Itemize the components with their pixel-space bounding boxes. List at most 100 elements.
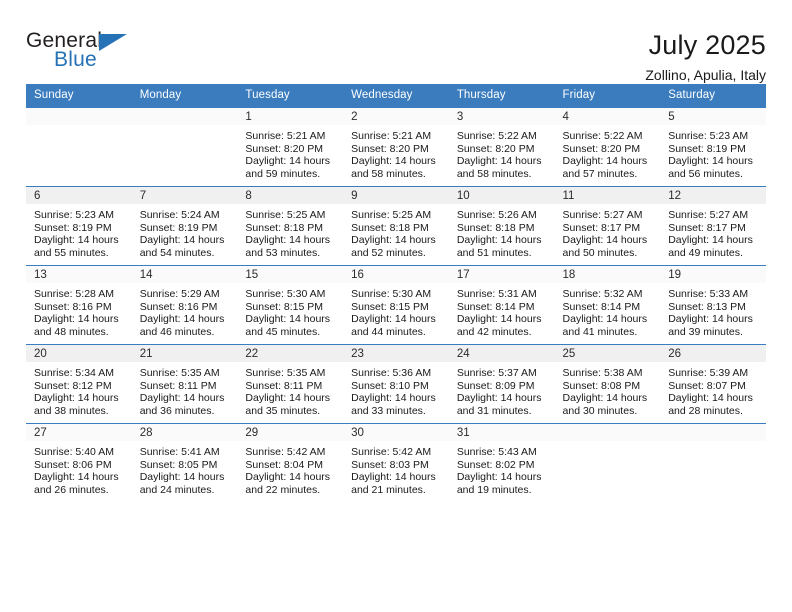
calendar-day-cell[interactable]: 5 Sunrise: 5:23 AM Sunset: 8:19 PM Daylight…	[660, 107, 766, 187]
day-details	[26, 125, 132, 130]
sunset-text: Sunset: 8:06 PM	[34, 458, 112, 471]
day-details: Sunrise: 5:35 AM Sunset: 8:11 PM Daylight:…	[237, 362, 343, 417]
daylight-text-line2: and 55 minutes.	[34, 246, 109, 259]
calendar-day-cell[interactable]: 16 Sunrise: 5:30 AM Sunset: 8:15 PM Dayligh…	[343, 265, 449, 345]
daylight-text-line2: and 45 minutes.	[245, 325, 321, 338]
general-blue-logo[interactable]: General Blue	[26, 30, 146, 76]
day-details: Sunrise: 5:25 AM Sunset: 8:18 PM Daylight:…	[343, 204, 449, 259]
day-number	[26, 108, 132, 125]
day-details: Sunrise: 5:24 AM Sunset: 8:19 PM Daylight:…	[132, 204, 238, 259]
page-title: July 2025	[648, 30, 766, 60]
calendar-day-cell[interactable]: 27 Sunrise: 5:40 AM Sunset: 8:06 PM Dayligh…	[26, 423, 132, 502]
calendar-day-cell[interactable]: 14 Sunrise: 5:29 AM Sunset: 8:16 PM Dayligh…	[131, 265, 238, 345]
calendar-day-cell[interactable]: 6 Sunrise: 5:23 AM Sunset: 8:19 PM Daylight…	[26, 186, 132, 266]
sunset-text: Sunset: 8:20 PM	[245, 142, 324, 155]
sunrise-text: Sunrise: 5:26 AM	[456, 209, 537, 221]
calendar-day-cell[interactable]: 21 Sunrise: 5:35 AM Sunset: 8:11 PM Dayligh…	[131, 344, 238, 424]
daylight-text-line1: Daylight: 14 hours	[245, 313, 331, 326]
daylight-text-line2: and 51 minutes.	[456, 246, 532, 259]
calendar-day-cell[interactable]: 22 Sunrise: 5:35 AM Sunset: 8:11 PM Dayligh…	[237, 344, 344, 424]
calendar-day-cell[interactable]: 28 Sunrise: 5:41 AM Sunset: 8:05 PM Dayligh…	[131, 423, 238, 502]
day-details: Sunrise: 5:42 AM Sunset: 8:03 PM Daylight:…	[343, 441, 449, 496]
day-number	[660, 424, 766, 441]
day-details: Sunrise: 5:32 AM Sunset: 8:14 PM Daylight:…	[555, 283, 661, 338]
day-details: Sunrise: 5:38 AM Sunset: 8:08 PM Daylight:…	[555, 362, 661, 417]
day-details: Sunrise: 5:21 AM Sunset: 8:20 PM Daylight:…	[237, 125, 343, 180]
day-number: 23	[343, 345, 449, 362]
calendar-day-cell[interactable]: 10 Sunrise: 5:26 AM Sunset: 8:18 PM Dayligh…	[448, 186, 555, 266]
calendar-day-cell[interactable]: 8 Sunrise: 5:25 AM Sunset: 8:18 PM Daylight…	[237, 186, 344, 266]
day-number	[554, 424, 661, 441]
calendar-day-cell[interactable]: 26 Sunrise: 5:39 AM Sunset: 8:07 PM Dayligh…	[660, 344, 766, 424]
sunrise-text: Sunrise: 5:43 AM	[456, 446, 537, 458]
day-details: Sunrise: 5:42 AM Sunset: 8:04 PM Daylight:…	[237, 441, 343, 496]
sunrise-text: Sunrise: 5:25 AM	[245, 209, 326, 221]
logo-text-blue: Blue	[54, 48, 97, 71]
sunset-text: Sunset: 8:15 PM	[245, 300, 324, 313]
sunset-text: Sunset: 8:14 PM	[562, 300, 641, 313]
calendar-day-cell[interactable]: 12 Sunrise: 5:27 AM Sunset: 8:17 PM Dayligh…	[660, 186, 766, 266]
day-number: 13	[26, 266, 132, 283]
calendar-day-cell[interactable]: 15 Sunrise: 5:30 AM Sunset: 8:15 PM Dayligh…	[237, 265, 344, 345]
calendar-day-cell[interactable]: 13 Sunrise: 5:28 AM Sunset: 8:16 PM Dayligh…	[26, 265, 132, 345]
daylight-text-line1: Daylight: 14 hours	[668, 234, 753, 247]
calendar-week-row: 20 Sunrise: 5:34 AM Sunset: 8:12 PM Dayligh…	[26, 344, 766, 424]
day-details: Sunrise: 5:41 AM Sunset: 8:05 PM Daylight:…	[132, 441, 238, 496]
calendar-day-cell[interactable]: 17 Sunrise: 5:31 AM Sunset: 8:14 PM Dayligh…	[448, 265, 555, 345]
daylight-text-line2: and 46 minutes.	[139, 325, 215, 338]
daylight-text-line2: and 49 minutes.	[668, 246, 743, 259]
page-header: General Blue July 2025 Zollino, Apulia, …	[26, 0, 766, 83]
daylight-text-line2: and 38 minutes.	[34, 404, 109, 417]
sunrise-text: Sunrise: 5:34 AM	[34, 367, 114, 379]
day-number: 31	[448, 424, 555, 441]
day-number: 5	[660, 108, 766, 125]
sunrise-text: Sunrise: 5:29 AM	[139, 288, 220, 300]
day-number: 9	[343, 187, 449, 204]
calendar-day-cell[interactable]: 7 Sunrise: 5:24 AM Sunset: 8:19 PM Daylight…	[131, 186, 238, 266]
calendar-day-cell[interactable]: 30 Sunrise: 5:42 AM Sunset: 8:03 PM Dayligh…	[343, 423, 449, 502]
day-details	[555, 441, 661, 446]
day-number: 16	[343, 266, 449, 283]
calendar-day-cell[interactable]: 3 Sunrise: 5:22 AM Sunset: 8:20 PM Daylight…	[448, 107, 555, 187]
day-details: Sunrise: 5:40 AM Sunset: 8:06 PM Daylight:…	[26, 441, 132, 496]
daylight-text-line1: Daylight: 14 hours	[456, 155, 542, 168]
sunrise-text: Sunrise: 5:32 AM	[562, 288, 643, 300]
day-details	[132, 125, 238, 130]
sunset-text: Sunset: 8:14 PM	[456, 300, 535, 313]
calendar-day-cell[interactable]: 29 Sunrise: 5:42 AM Sunset: 8:04 PM Dayligh…	[237, 423, 344, 502]
sunset-text: Sunset: 8:03 PM	[351, 458, 429, 471]
daylight-text-line1: Daylight: 14 hours	[562, 155, 648, 168]
day-number: 21	[131, 345, 238, 362]
sunrise-text: Sunrise: 5:28 AM	[34, 288, 114, 300]
daylight-text-line2: and 26 minutes.	[34, 483, 109, 496]
sunset-text: Sunset: 8:20 PM	[456, 142, 535, 155]
calendar-day-cell[interactable]: 11 Sunrise: 5:27 AM Sunset: 8:17 PM Dayligh…	[554, 186, 661, 266]
day-details: Sunrise: 5:25 AM Sunset: 8:18 PM Daylight:…	[237, 204, 343, 259]
calendar-day-cell[interactable]: 25 Sunrise: 5:38 AM Sunset: 8:08 PM Dayligh…	[554, 344, 661, 424]
calendar-day-cell[interactable]: 31 Sunrise: 5:43 AM Sunset: 8:02 PM Dayligh…	[448, 423, 555, 502]
calendar-day-cell[interactable]: 19 Sunrise: 5:33 AM Sunset: 8:13 PM Dayligh…	[660, 265, 766, 345]
day-details: Sunrise: 5:27 AM Sunset: 8:17 PM Daylight:…	[660, 204, 766, 259]
daylight-text-line2: and 56 minutes.	[668, 167, 743, 180]
day-details: Sunrise: 5:22 AM Sunset: 8:20 PM Daylight:…	[449, 125, 555, 180]
daylight-text-line2: and 28 minutes.	[668, 404, 743, 417]
calendar-day-cell[interactable]: 4 Sunrise: 5:22 AM Sunset: 8:20 PM Daylight…	[554, 107, 661, 187]
calendar-day-cell[interactable]: 23 Sunrise: 5:36 AM Sunset: 8:10 PM Dayligh…	[343, 344, 449, 424]
calendar-day-cell[interactable]: 24 Sunrise: 5:37 AM Sunset: 8:09 PM Dayligh…	[448, 344, 555, 424]
sunrise-text: Sunrise: 5:37 AM	[456, 367, 537, 379]
daylight-text-line1: Daylight: 14 hours	[668, 392, 753, 405]
calendar-day-cell[interactable]: 18 Sunrise: 5:32 AM Sunset: 8:14 PM Dayligh…	[554, 265, 661, 345]
sunrise-text: Sunrise: 5:35 AM	[139, 367, 220, 379]
calendar-day-cell[interactable]: 9 Sunrise: 5:25 AM Sunset: 8:18 PM Daylight…	[343, 186, 449, 266]
sunrise-text: Sunrise: 5:40 AM	[34, 446, 114, 458]
weekday-header-sunday: Sunday	[26, 84, 132, 108]
daylight-text-line2: and 53 minutes.	[245, 246, 321, 259]
day-number: 25	[554, 345, 661, 362]
calendar-day-cell[interactable]: 2 Sunrise: 5:21 AM Sunset: 8:20 PM Daylight…	[343, 107, 449, 187]
sunset-text: Sunset: 8:16 PM	[139, 300, 218, 313]
weekday-header-tuesday: Tuesday	[237, 84, 344, 108]
day-details: Sunrise: 5:39 AM Sunset: 8:07 PM Daylight:…	[660, 362, 766, 417]
calendar-day-cell[interactable]: 1 Sunrise: 5:21 AM Sunset: 8:20 PM Daylight…	[237, 107, 344, 187]
daylight-text-line1: Daylight: 14 hours	[139, 392, 225, 405]
calendar-day-cell[interactable]: 20 Sunrise: 5:34 AM Sunset: 8:12 PM Dayligh…	[26, 344, 132, 424]
